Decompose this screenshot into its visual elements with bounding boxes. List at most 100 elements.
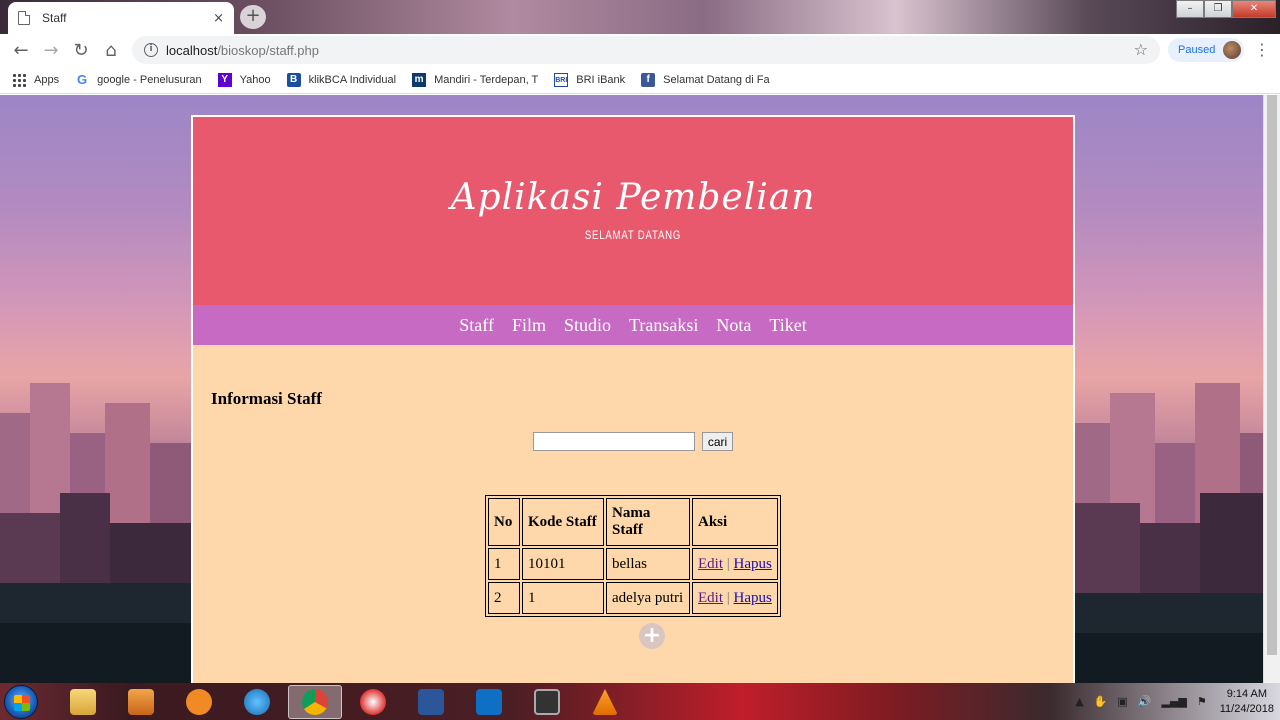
- bookmark-bca[interactable]: BklikBCA Individual: [286, 72, 396, 87]
- tab-staff[interactable]: Staff ×: [8, 2, 234, 34]
- home-icon[interactable]: ⌂: [96, 40, 126, 61]
- windows-taskbar: ▲ ✋ ▣ 🔊 ▂▄▆ ⚑ 9:14 AM 11/24/2018: [0, 683, 1280, 720]
- menu-tiket[interactable]: Tiket: [769, 315, 806, 336]
- bookmark-yahoo[interactable]: Y Yahoo: [217, 72, 271, 87]
- browser-toolbar: ← → ↻ ⌂ i localhost/bioskop/staff.php ☆ …: [0, 34, 1280, 66]
- clock-time: 9:14 AM: [1226, 687, 1268, 700]
- menu-nota[interactable]: Nota: [716, 315, 751, 336]
- banner-subtitle: SELAMAT DATANG: [584, 228, 682, 242]
- table-header-row: No Kode Staff Nama Staff Aksi: [488, 498, 778, 546]
- snipping-tool-taskbar-icon[interactable]: [346, 685, 400, 719]
- google-icon: G: [77, 71, 88, 87]
- chrome-taskbar-icon[interactable]: [288, 685, 342, 719]
- mandiri-icon: m: [412, 72, 427, 87]
- app-container: Aplikasi Pembelian SELAMAT DATANG Staff …: [191, 115, 1075, 683]
- close-window-button[interactable]: ✕: [1232, 0, 1276, 18]
- main-menu: Staff Film Studio Transaksi Nota Tiket: [193, 305, 1073, 345]
- edit-link[interactable]: Edit: [698, 556, 723, 572]
- staff-table: No Kode Staff Nama Staff Aksi 1 10101 be…: [485, 495, 781, 617]
- internet-explorer-taskbar-icon[interactable]: [230, 685, 284, 719]
- header-banner: Aplikasi Pembelian SELAMAT DATANG: [193, 117, 1073, 305]
- start-button[interactable]: [4, 685, 38, 719]
- word-taskbar-icon[interactable]: [404, 685, 458, 719]
- menu-staff[interactable]: Staff: [459, 315, 494, 336]
- tab-strip: Staff × + – ❐ ✕: [0, 0, 1280, 34]
- media-player-taskbar-icon[interactable]: [114, 685, 168, 719]
- flag-icon[interactable]: ⚑: [1197, 695, 1207, 708]
- reload-icon[interactable]: ↻: [66, 40, 96, 61]
- explorer-taskbar-icon[interactable]: [56, 685, 110, 719]
- clock-date: 11/24/2018: [1219, 702, 1274, 715]
- bookmark-mandiri[interactable]: m Mandiri - Terdepan, T: [412, 72, 538, 87]
- signal-icon[interactable]: ▂▄▆: [1161, 695, 1186, 708]
- banner-title: Aplikasi Pembelian: [450, 177, 816, 218]
- tray-monitor-icon[interactable]: ▣: [1117, 695, 1127, 708]
- system-tray: ▲ ✋ ▣ 🔊 ▂▄▆ ⚑ 9:14 AM 11/24/2018: [1070, 683, 1274, 720]
- hapus-link[interactable]: Hapus: [734, 556, 772, 572]
- avatar: [1223, 41, 1242, 59]
- cell-no: 2: [488, 582, 520, 614]
- window-controls: – ❐ ✕: [1176, 0, 1276, 18]
- volume-icon[interactable]: 🔊: [1138, 695, 1152, 708]
- address-bar[interactable]: i localhost/bioskop/staff.php ☆: [132, 36, 1160, 64]
- col-nama-staff: Nama Staff: [606, 498, 690, 546]
- search-input[interactable]: [532, 432, 695, 451]
- url-text[interactable]: localhost/bioskop/staff.php: [166, 43, 319, 58]
- table-row: 2 1 adelya putri Edit | Hapus: [488, 582, 778, 614]
- col-aksi: Aksi: [692, 498, 778, 546]
- col-kode-staff: Kode Staff: [522, 498, 604, 546]
- edit-link[interactable]: Edit: [698, 590, 723, 606]
- maximize-button[interactable]: ❐: [1204, 0, 1232, 18]
- tab-title: Staff: [42, 11, 67, 25]
- forward-arrow-icon[interactable]: →: [36, 40, 66, 61]
- tray-arrow-icon[interactable]: ▲: [1075, 695, 1083, 708]
- separator: |: [726, 589, 730, 606]
- bookmarks-bar: Apps Ggoogle - Penelusuran Y Yahoo BklikB…: [0, 66, 1280, 94]
- bca-icon: B: [286, 72, 301, 87]
- bookmark-facebook[interactable]: f Selamat Datang di Fa: [641, 72, 770, 87]
- clock[interactable]: 9:14 AM 11/24/2018: [1220, 687, 1274, 717]
- bookmark-bri[interactable]: BRI BRI iBank: [554, 72, 625, 87]
- bookmark-google[interactable]: Ggoogle - Penelusuran: [75, 71, 202, 87]
- profile-button[interactable]: Paused: [1168, 38, 1244, 62]
- content-area: Informasi Staff cari No Kode Staff Nama …: [193, 345, 1073, 617]
- bri-icon: BRI: [554, 72, 569, 87]
- windows-logo-icon: [14, 695, 30, 711]
- profile-status: Paused: [1178, 44, 1216, 56]
- scrollbar-thumb[interactable]: [1267, 95, 1277, 655]
- new-tab-button[interactable]: +: [240, 5, 266, 29]
- apps-grid-icon: [12, 72, 26, 87]
- section-title: Informasi Staff: [211, 389, 322, 408]
- cell-aksi: Edit | Hapus: [692, 582, 778, 614]
- menu-transaksi[interactable]: Transaksi: [629, 315, 698, 336]
- menu-studio[interactable]: Studio: [564, 315, 611, 336]
- city-skyline-left: [0, 383, 200, 683]
- bookmark-star-icon[interactable]: ☆: [1134, 40, 1148, 59]
- cell-nama: adelya putri: [606, 582, 690, 614]
- vscode-taskbar-icon[interactable]: [462, 685, 516, 719]
- hapus-link[interactable]: Hapus: [734, 590, 772, 606]
- table-row: 1 10101 bellas Edit | Hapus: [488, 548, 778, 580]
- back-arrow-icon[interactable]: ←: [6, 40, 36, 61]
- cell-aksi: Edit | Hapus: [692, 548, 778, 580]
- cell-kode: 1: [522, 582, 604, 614]
- facebook-icon: f: [641, 72, 656, 87]
- minimize-button[interactable]: –: [1176, 0, 1204, 18]
- menu-film[interactable]: Film: [512, 315, 546, 336]
- cell-no: 1: [488, 548, 520, 580]
- add-plus-icon[interactable]: +: [639, 623, 665, 649]
- cell-nama: bellas: [606, 548, 690, 580]
- uc-browser-taskbar-icon[interactable]: [172, 685, 226, 719]
- vlc-taskbar-icon[interactable]: [578, 685, 632, 719]
- tray-app-icon[interactable]: ✋: [1094, 695, 1108, 708]
- bookmark-apps[interactable]: Apps: [12, 72, 59, 87]
- search-button[interactable]: cari: [701, 432, 734, 451]
- col-no: No: [488, 498, 520, 546]
- tab-close-icon[interactable]: ×: [213, 11, 224, 26]
- page-icon: [18, 11, 30, 25]
- info-icon[interactable]: i: [144, 43, 158, 57]
- menu-kebab-icon[interactable]: ⋮: [1254, 40, 1270, 59]
- page-scrollbar[interactable]: [1263, 95, 1280, 683]
- screen-recorder-taskbar-icon[interactable]: [520, 685, 574, 719]
- page-viewport: Aplikasi Pembelian SELAMAT DATANG Staff …: [0, 95, 1280, 683]
